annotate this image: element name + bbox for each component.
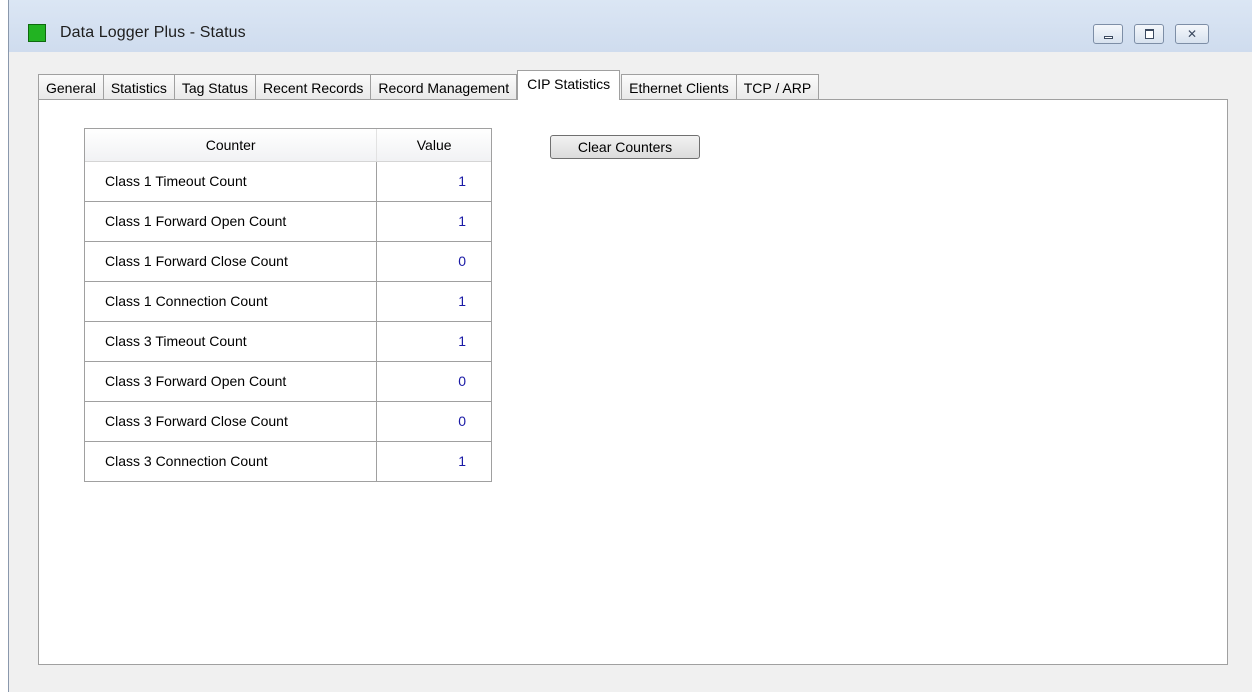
maximize-button[interactable] [1134, 24, 1164, 44]
close-icon: ✕ [1186, 27, 1198, 41]
tab-recent-records[interactable]: Recent Records [254, 74, 372, 100]
table-row[interactable]: Class 3 Connection Count 1 [85, 442, 491, 481]
cip-statistics-panel: Counter Value Class 1 Timeout Count 1 Cl… [38, 99, 1228, 665]
minimize-button[interactable] [1093, 24, 1123, 44]
tab-statistics[interactable]: Statistics [102, 74, 175, 100]
counter-cell: Class 3 Timeout Count [85, 322, 377, 361]
counter-cell: Class 1 Connection Count [85, 282, 377, 321]
tab-tcp-arp[interactable]: TCP / ARP [735, 74, 820, 100]
table-row[interactable]: Class 1 Forward Open Count 1 [85, 202, 491, 242]
maximize-icon [1145, 29, 1154, 39]
client-area: General Statistics Tag Status Recent Rec… [9, 52, 1252, 692]
counter-cell: Class 3 Forward Open Count [85, 362, 377, 401]
table-row[interactable]: Class 1 Timeout Count 1 [85, 162, 491, 202]
counter-cell: Class 3 Forward Close Count [85, 402, 377, 441]
tab-record-management[interactable]: Record Management [370, 74, 518, 100]
value-cell: 1 [458, 453, 466, 469]
column-header-value[interactable]: Value [377, 129, 491, 161]
table-row[interactable]: Class 3 Forward Close Count 0 [85, 402, 491, 442]
column-header-counter[interactable]: Counter [85, 129, 378, 161]
close-button[interactable]: ✕ [1175, 24, 1209, 44]
value-cell: 0 [458, 253, 466, 269]
app-icon [28, 24, 46, 42]
counter-cell: Class 1 Timeout Count [85, 162, 377, 201]
value-cell: 1 [458, 293, 466, 309]
tab-cip-statistics[interactable]: CIP Statistics [517, 70, 621, 100]
table-row[interactable]: Class 1 Connection Count 1 [85, 282, 491, 322]
tab-tag-status[interactable]: Tag Status [173, 74, 256, 100]
counter-grid[interactable]: Counter Value Class 1 Timeout Count 1 Cl… [84, 128, 492, 482]
value-cell: 1 [458, 213, 466, 229]
table-row[interactable]: Class 3 Forward Open Count 0 [85, 362, 491, 402]
tab-ethernet-clients[interactable]: Ethernet Clients [621, 74, 737, 100]
minimize-icon [1104, 36, 1113, 39]
title-bar[interactable]: Data Logger Plus - Status ✕ [9, 0, 1252, 52]
tab-general[interactable]: General [38, 74, 104, 100]
counter-cell: Class 3 Connection Count [85, 442, 377, 481]
table-row[interactable]: Class 3 Timeout Count 1 [85, 322, 491, 362]
grid-header: Counter Value [85, 129, 491, 162]
clear-counters-button[interactable]: Clear Counters [550, 135, 700, 159]
value-cell: 0 [458, 413, 466, 429]
value-cell: 1 [458, 333, 466, 349]
table-row[interactable]: Class 1 Forward Close Count 0 [85, 242, 491, 282]
counter-cell: Class 1 Forward Close Count [85, 242, 377, 281]
value-cell: 0 [458, 373, 466, 389]
tab-strip: General Statistics Tag Status Recent Rec… [38, 70, 820, 100]
counter-cell: Class 1 Forward Open Count [85, 202, 377, 241]
window-title: Data Logger Plus - Status [60, 24, 246, 41]
app-window: Data Logger Plus - Status ✕ General Stat… [8, 0, 1252, 692]
value-cell: 1 [458, 173, 466, 189]
